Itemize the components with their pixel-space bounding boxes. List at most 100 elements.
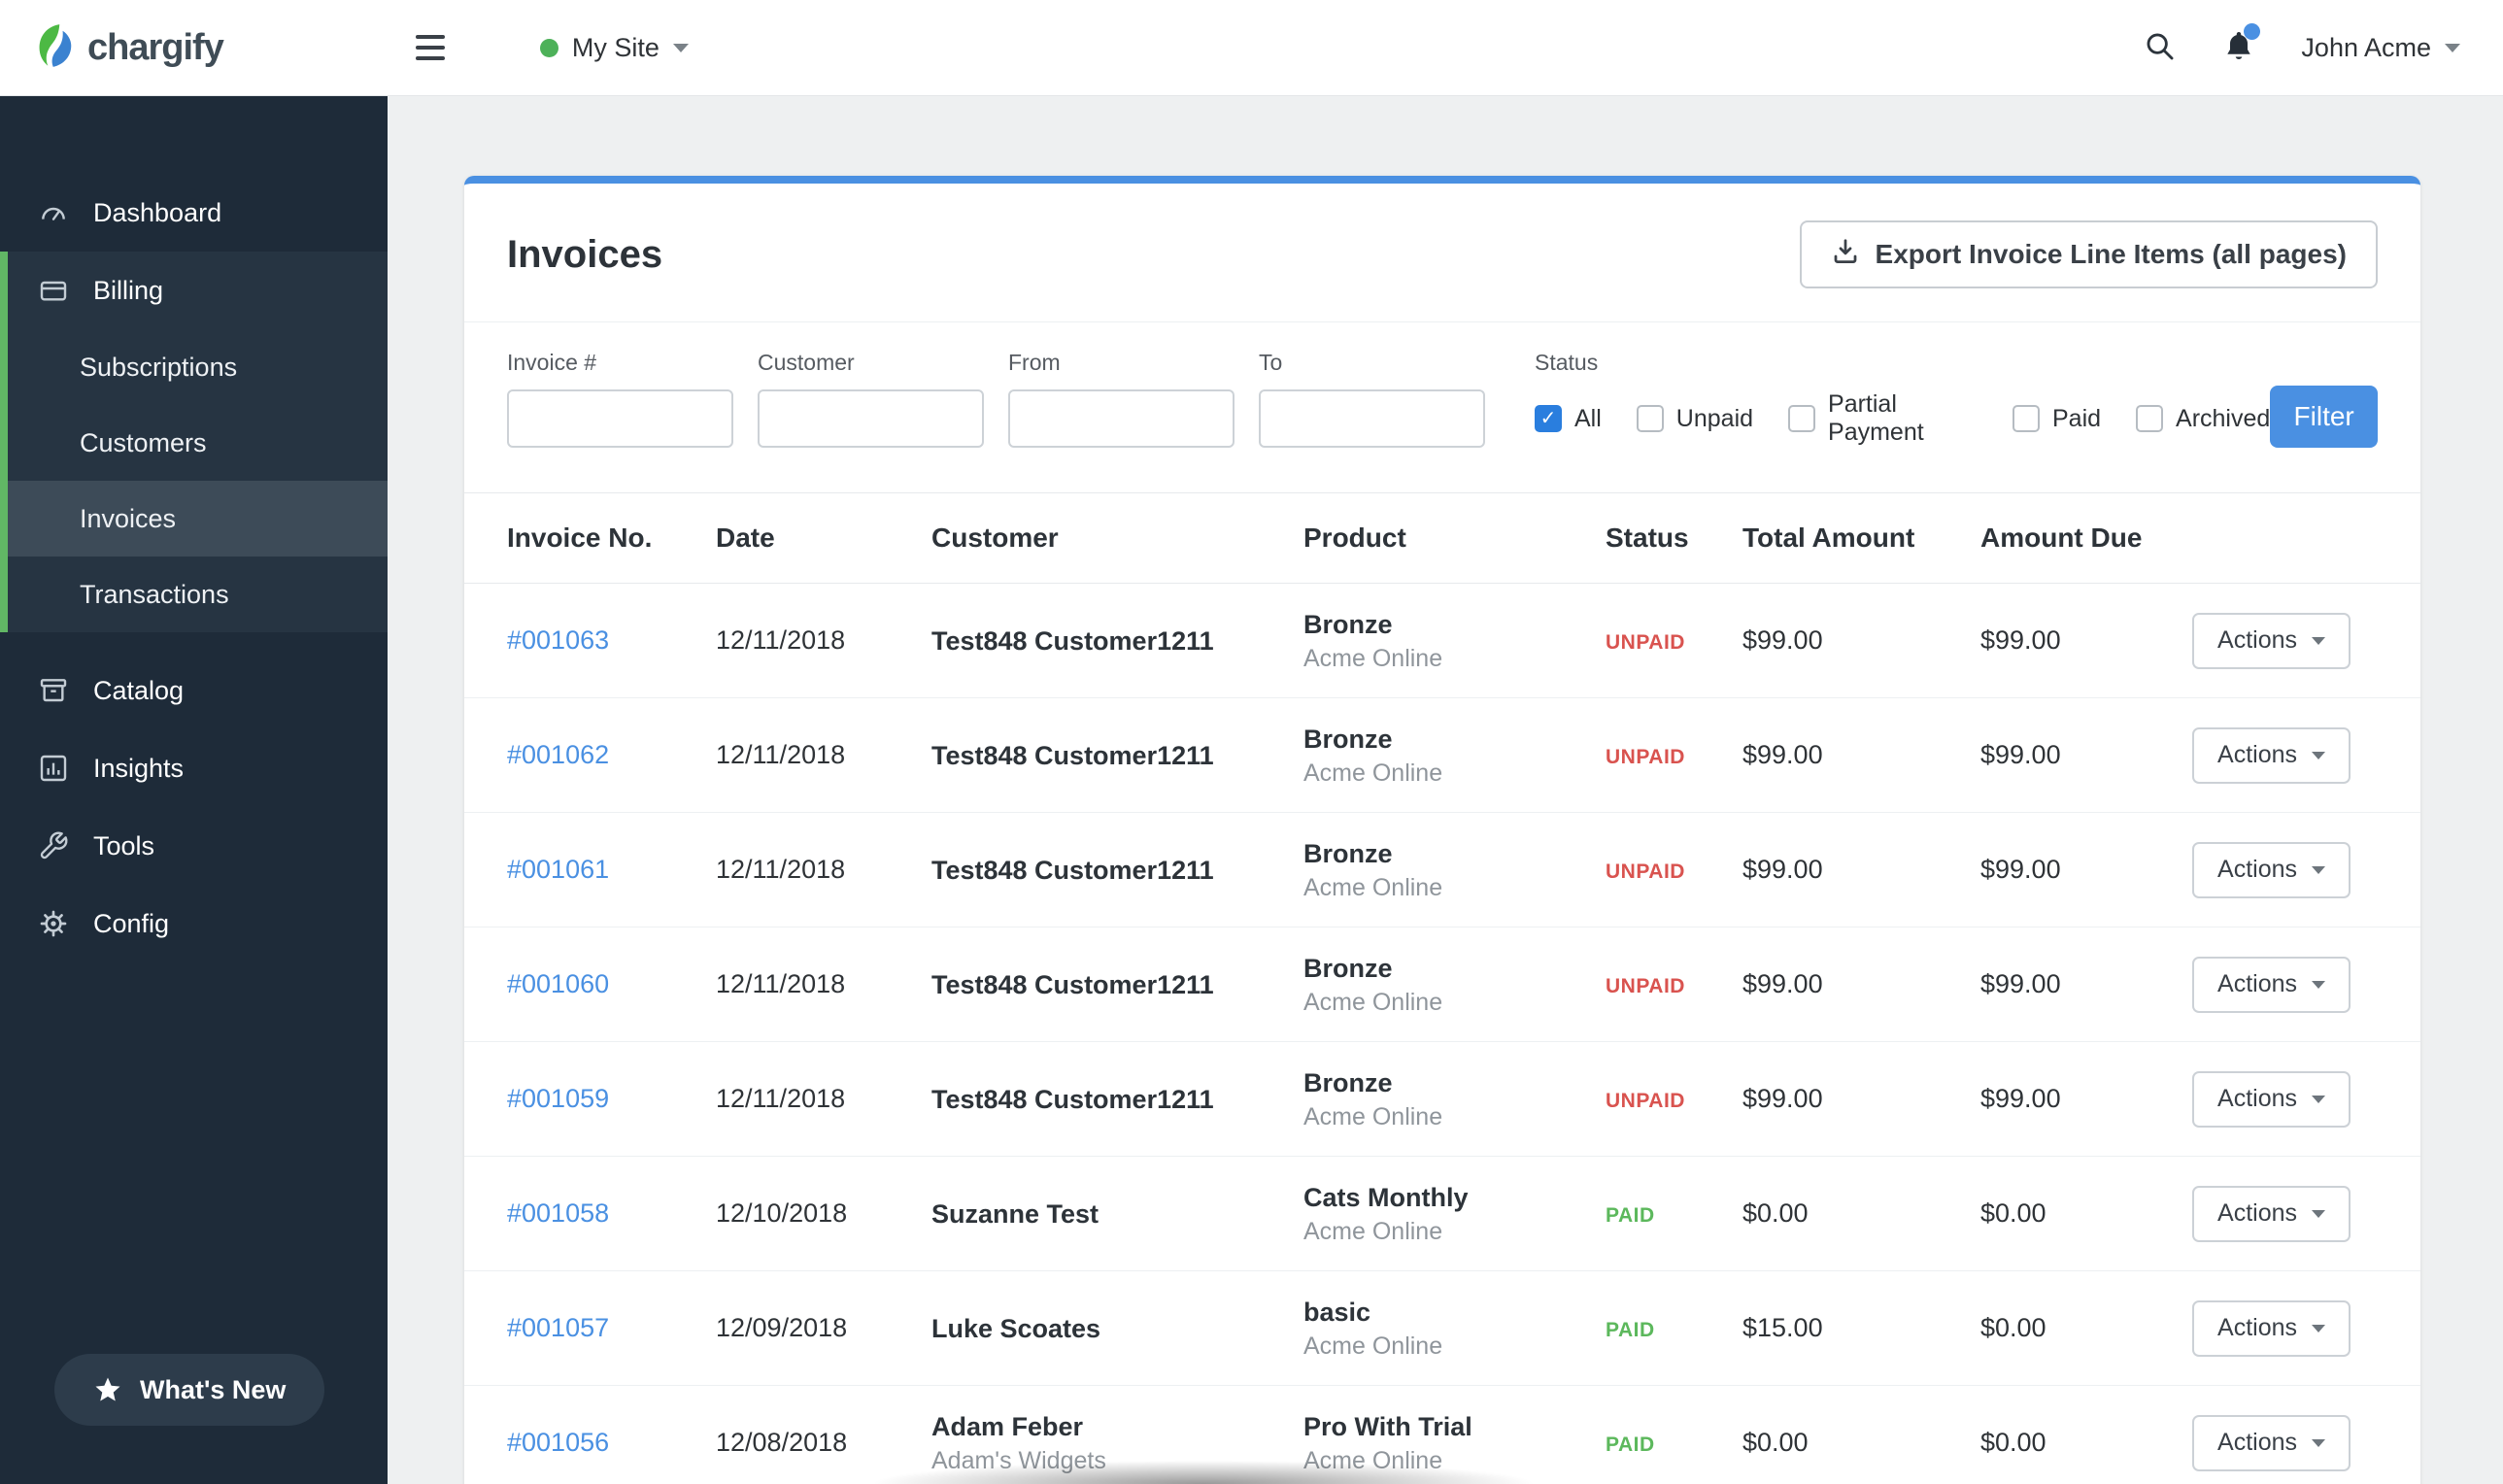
- sidebar-item-transactions[interactable]: Transactions: [8, 556, 388, 632]
- table-row: #001057 12/09/2018 Luke Scoates basic Acme O…: [464, 1271, 2420, 1386]
- actions-button[interactable]: Actions: [2192, 1299, 2351, 1357]
- status-option-paid[interactable]: Paid: [2012, 405, 2101, 433]
- customer-subtitle: Adam's Widgets: [931, 1446, 1106, 1474]
- invoice-cell: #001058: [507, 1198, 716, 1229]
- filter-input-from[interactable]: [1008, 389, 1235, 448]
- filter-input-customer[interactable]: [758, 389, 984, 448]
- sidebar-item-dashboard[interactable]: Dashboard: [0, 174, 388, 252]
- filter-button[interactable]: Filter: [2270, 386, 2378, 448]
- chevron-down-icon: [2312, 865, 2325, 874]
- invoice-link[interactable]: #001061: [507, 855, 609, 884]
- date-cell: 12/11/2018: [716, 625, 846, 655]
- export-button-label: Export Invoice Line Items (all pages): [1875, 239, 2347, 269]
- sidebar-item-catalog[interactable]: Catalog: [0, 652, 388, 729]
- export-invoice-line-items-button[interactable]: Export Invoice Line Items (all pages): [1799, 220, 2378, 288]
- status-option-archived[interactable]: Archived: [2136, 405, 2270, 433]
- customer-cell: Adam Feber Adam's Widgets: [931, 1410, 1303, 1476]
- checkbox-partial-payment[interactable]: [1788, 405, 1816, 432]
- checkbox-archived[interactable]: [2136, 405, 2164, 432]
- notifications-button[interactable]: [2221, 22, 2261, 67]
- invoice-link[interactable]: #001057: [507, 1313, 609, 1342]
- product-subtitle: Acme Online: [1303, 644, 1443, 672]
- invoice-link[interactable]: #001059: [507, 1084, 609, 1113]
- table-row: #001058 12/10/2018 Suzanne Test Cats Monthl…: [464, 1157, 2420, 1271]
- status-option-unpaid[interactable]: Unpaid: [1636, 405, 1753, 433]
- chargify-logo[interactable]: chargify: [35, 22, 224, 74]
- filter-field-label: Invoice #: [507, 350, 597, 375]
- actions-button[interactable]: Actions: [2192, 841, 2351, 898]
- customer-cell: Test848 Customer1211: [931, 1083, 1303, 1116]
- invoice-link[interactable]: #001060: [507, 969, 609, 998]
- product-cell: Pro With Trial Acme Online: [1303, 1410, 1606, 1476]
- main-content: Invoices Export Invoice Line Items (all …: [388, 96, 2503, 1484]
- customer-name: Test848 Customer1211: [931, 969, 1214, 999]
- sidebar-item-subscriptions[interactable]: Subscriptions: [8, 329, 388, 405]
- status-badge: UNPAID: [1606, 746, 1685, 768]
- amount-due-cell: $0.00: [1980, 1198, 2046, 1228]
- column-header-total-amount: Total Amount: [1742, 523, 1915, 553]
- filter-input-to[interactable]: [1259, 389, 1485, 448]
- invoice-link[interactable]: #001058: [507, 1198, 609, 1228]
- customer-cell: Test848 Customer1211: [931, 854, 1303, 887]
- product-cell: Bronze Acme Online: [1303, 1066, 1606, 1132]
- sidebar-item-tools[interactable]: Tools: [0, 807, 388, 885]
- product-subtitle: Acme Online: [1303, 1446, 1443, 1474]
- total-amount-cell: $0.00: [1742, 1428, 1809, 1457]
- status-option-all[interactable]: All: [1535, 405, 1602, 433]
- actions-button-label: Actions: [2217, 741, 2297, 768]
- sidebar-item-insights[interactable]: Insights: [0, 729, 388, 807]
- column-header-invoice-no: Invoice No.: [507, 523, 653, 553]
- site-selector[interactable]: My Site: [539, 33, 689, 63]
- status-cell: PAID: [1606, 1428, 1742, 1458]
- actions-button-label: Actions: [2217, 1199, 2297, 1227]
- actions-button[interactable]: Actions: [2192, 956, 2351, 1013]
- menu-icon[interactable]: [408, 27, 453, 68]
- actions-cell: Actions: [2192, 1185, 2378, 1242]
- sidebar: Dashboard Billing Subscriptions Customer…: [0, 96, 388, 1484]
- checkbox-all[interactable]: [1535, 405, 1562, 432]
- sidebar-item-invoices[interactable]: Invoices: [8, 481, 388, 556]
- status-badge: PAID: [1606, 1319, 1655, 1341]
- sidebar-item-config[interactable]: Config: [0, 885, 388, 962]
- filter-input-invoice[interactable]: [507, 389, 733, 448]
- invoices-table: Invoice No. Date Customer Product Status Tota…: [464, 492, 2420, 1484]
- checkbox-paid[interactable]: [2012, 405, 2040, 432]
- customer-cell: Luke Scoates: [931, 1312, 1303, 1345]
- brand-name: chargify: [87, 26, 224, 68]
- table-row: #001056 12/08/2018 Adam Feber Adam's Widget…: [464, 1386, 2420, 1484]
- date-cell: 12/11/2018: [716, 1084, 846, 1113]
- checkbox-unpaid[interactable]: [1636, 405, 1664, 432]
- search-button[interactable]: [2144, 30, 2177, 66]
- chevron-down-icon: [2312, 1324, 2325, 1332]
- invoice-link[interactable]: #001062: [507, 740, 609, 769]
- tools-icon: [37, 829, 70, 862]
- invoice-link[interactable]: #001063: [507, 625, 609, 655]
- total-amount-cell: $99.00: [1742, 740, 1823, 769]
- table-row: #001063 12/11/2018 Test848 Customer1211 Bro…: [464, 584, 2420, 698]
- sidebar-item-customers[interactable]: Customers: [8, 405, 388, 481]
- chevron-down-icon: [2312, 1438, 2325, 1447]
- user-menu[interactable]: John Acme: [2301, 33, 2460, 63]
- product-cell: basic Acme Online: [1303, 1296, 1606, 1362]
- status-cell: UNPAID: [1606, 740, 1742, 770]
- product-name: Pro With Trial: [1303, 1411, 1472, 1441]
- invoice-cell: #001060: [507, 969, 716, 999]
- status-option-partial-payment[interactable]: Partial Payment: [1788, 390, 1978, 447]
- site-status-dot: [539, 38, 558, 57]
- actions-button[interactable]: Actions: [2192, 612, 2351, 669]
- actions-button[interactable]: Actions: [2192, 1070, 2351, 1128]
- filter-field-from: From: [1008, 350, 1235, 448]
- sidebar-section-billing: Billing Subscriptions Customers Invoices…: [0, 252, 388, 632]
- sidebar-item-billing[interactable]: Billing: [8, 252, 388, 329]
- actions-button[interactable]: Actions: [2192, 726, 2351, 784]
- invoice-link[interactable]: #001056: [507, 1428, 609, 1457]
- amount-due-cell: $99.00: [1980, 855, 2061, 884]
- sidebar-item-label: Insights: [93, 753, 185, 783]
- actions-button-label: Actions: [2217, 1429, 2297, 1456]
- customer-cell: Test848 Customer1211: [931, 968, 1303, 1001]
- product-cell: Bronze Acme Online: [1303, 952, 1606, 1018]
- page-title: Invoices: [507, 232, 663, 276]
- actions-button[interactable]: Actions: [2192, 1414, 2351, 1471]
- actions-button[interactable]: Actions: [2192, 1185, 2351, 1242]
- whats-new-button[interactable]: What's New: [54, 1354, 325, 1426]
